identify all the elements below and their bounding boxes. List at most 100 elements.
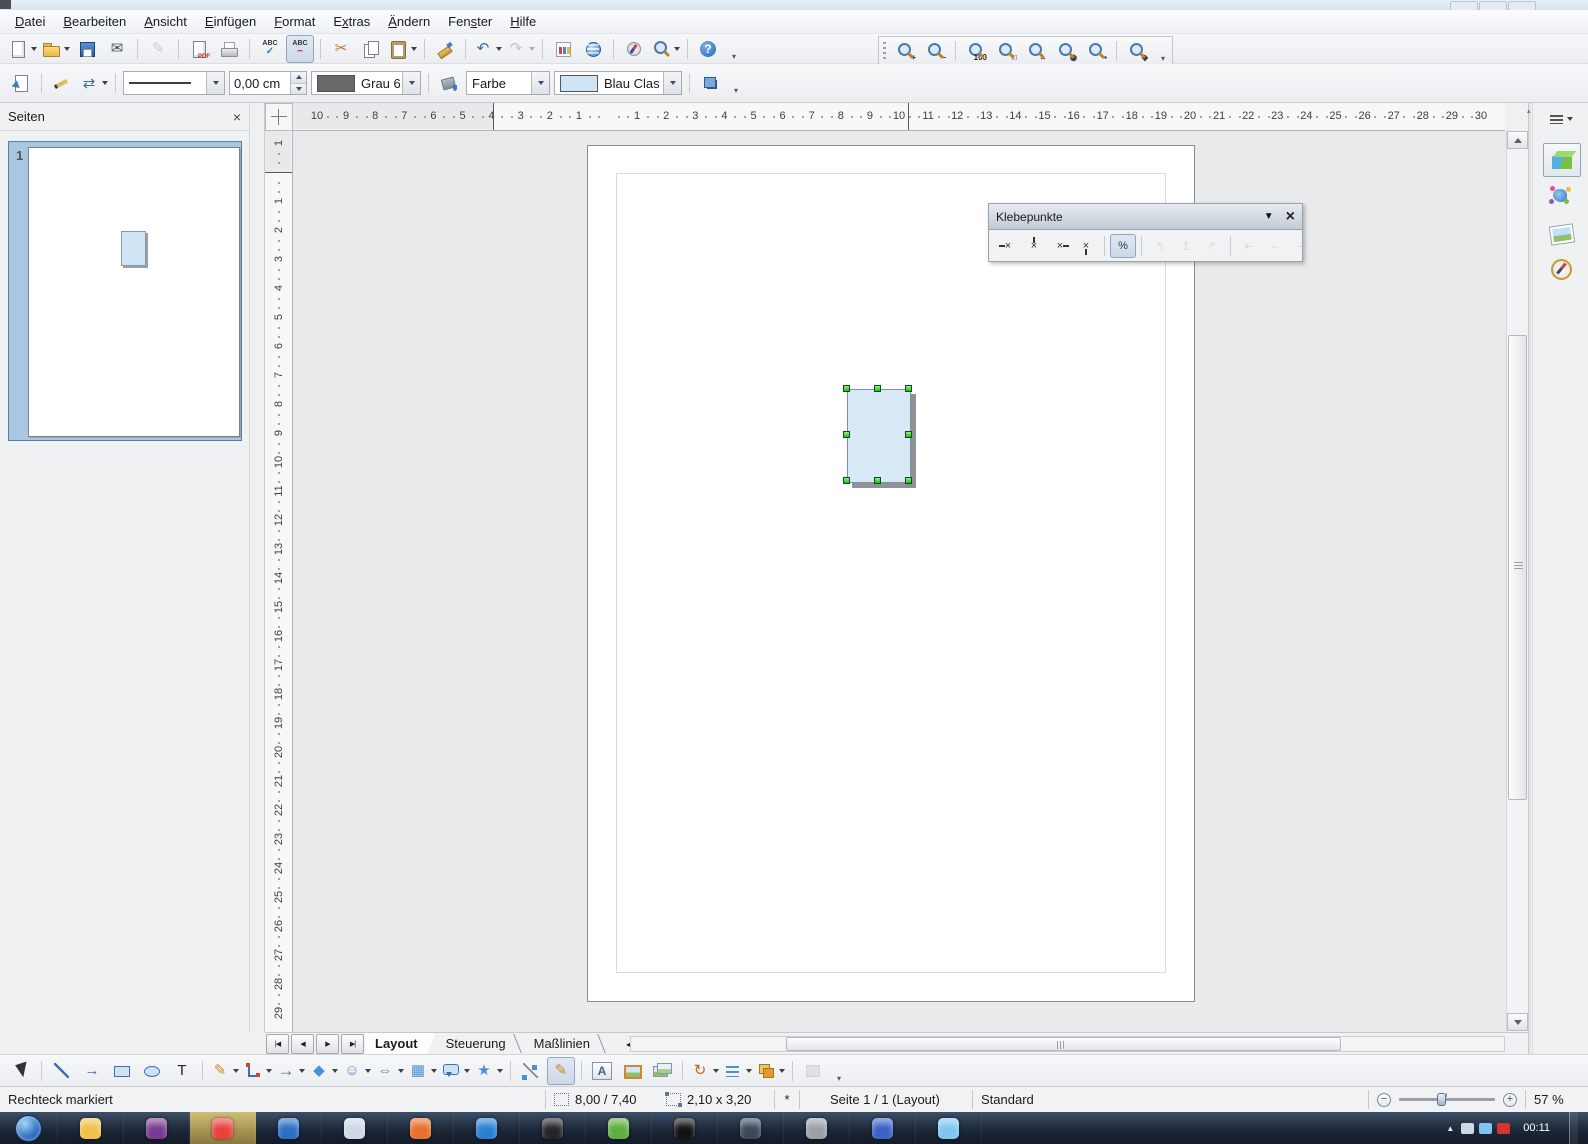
open-button[interactable] xyxy=(40,35,71,63)
exit-direction-right-button[interactable]: × xyxy=(1047,234,1073,258)
area-dialog-button[interactable] xyxy=(435,69,463,97)
zoom-page-width-button[interactable]: ↔ xyxy=(1022,37,1050,65)
tab-layout[interactable]: Layout xyxy=(365,1033,436,1054)
zoom-pan-button[interactable]: ◈ xyxy=(1123,37,1151,65)
tray-icon-0[interactable] xyxy=(1461,1123,1474,1134)
tab-ma-linien[interactable]: Maßlinien xyxy=(524,1033,608,1054)
panel-splitter[interactable] xyxy=(250,103,265,1032)
sidebar-menu-button[interactable] xyxy=(1543,109,1579,129)
callout-shapes-button[interactable] xyxy=(440,1057,471,1085)
menu-bearbeiten[interactable]: Bearbeiten xyxy=(54,11,135,32)
line-ends-arrow-button[interactable]: → xyxy=(78,1057,106,1085)
navigator-button[interactable] xyxy=(620,35,648,63)
line-width-value[interactable]: 0,00 cm xyxy=(230,76,284,91)
tab-nav-last-button[interactable]: ▶| xyxy=(341,1034,364,1054)
arrow-shapes-button[interactable]: ⇔ xyxy=(374,1057,405,1085)
taskbar-item-app-o-dark[interactable] xyxy=(520,1112,586,1144)
page-thumbnail[interactable] xyxy=(28,147,240,437)
connector-button[interactable] xyxy=(242,1057,273,1085)
taskbar-item-openoffice[interactable] xyxy=(916,1112,982,1144)
taskbar-item-eraser-app[interactable] xyxy=(784,1112,850,1144)
selection-handle[interactable] xyxy=(843,477,850,484)
menu-einf-gen[interactable]: Einfügen xyxy=(196,11,265,32)
dropdown-arrow-icon[interactable] xyxy=(779,1069,785,1073)
dropdown-arrow-icon[interactable] xyxy=(496,47,502,51)
dropdown-button[interactable] xyxy=(402,72,420,94)
dropdown-arrow-icon[interactable] xyxy=(529,47,535,51)
dropdown-arrow-icon[interactable] xyxy=(64,47,70,51)
copy-button[interactable] xyxy=(357,35,385,63)
page-style-field[interactable]: Standard xyxy=(973,1092,1368,1107)
selection-handle[interactable] xyxy=(905,431,912,438)
cut-button[interactable]: ✂ xyxy=(327,35,355,63)
dropdown-arrow-icon[interactable] xyxy=(431,1069,437,1073)
line-style-combobox[interactable] xyxy=(123,71,225,95)
tab-nav-next-button[interactable]: ▶ xyxy=(316,1034,339,1054)
close-pages-panel-button[interactable]: × xyxy=(233,110,241,124)
dropdown-arrow-icon[interactable] xyxy=(464,1069,470,1073)
dropdown-arrow-icon[interactable] xyxy=(674,47,680,51)
menu-ansicht[interactable]: Ansicht xyxy=(135,11,196,32)
taskbar-item-image-app[interactable] xyxy=(850,1112,916,1144)
sidebar-tab-navigator[interactable] xyxy=(1543,253,1579,285)
zoom-out-button[interactable]: − xyxy=(1377,1093,1391,1107)
selection-handle[interactable] xyxy=(905,385,912,392)
new-document-button[interactable] xyxy=(7,35,38,63)
sidebar-tab-properties[interactable] xyxy=(1543,143,1581,177)
flowchart-shapes-button[interactable]: ▦ xyxy=(407,1057,438,1085)
gallery-button[interactable] xyxy=(648,1057,676,1085)
selection-handle[interactable] xyxy=(843,385,850,392)
glue-point-relative-button[interactable]: % xyxy=(1110,234,1136,258)
exit-direction-bottom-button[interactable]: × xyxy=(1073,234,1099,258)
exit-direction-top-button[interactable]: × xyxy=(1021,234,1047,258)
undo-button[interactable]: ↶ xyxy=(472,35,503,63)
taskbar-item-chrome[interactable] xyxy=(190,1112,256,1144)
alignment-button[interactable] xyxy=(722,1057,753,1085)
taskbar-item-explorer[interactable] xyxy=(58,1112,124,1144)
sidebar-tab-styles[interactable] xyxy=(1543,180,1579,212)
vertical-scrollbar[interactable] xyxy=(1506,131,1528,1032)
taskbar-item-app-blue-swirl[interactable] xyxy=(256,1112,322,1144)
line-button[interactable] xyxy=(48,1057,76,1085)
taskbar-item-firefox[interactable] xyxy=(388,1112,454,1144)
toolbar-overflow-button[interactable]: ▾ xyxy=(1156,39,1170,63)
close-gluepoints-toolbar-button[interactable]: × xyxy=(1286,209,1295,225)
block-arrows-button[interactable]: → xyxy=(275,1057,306,1085)
dropdown-arrow-icon[interactable] xyxy=(746,1069,752,1073)
dropdown-arrow-icon[interactable] xyxy=(398,1069,404,1073)
menu-fenster[interactable]: Fenster xyxy=(439,11,501,32)
toolbar-overflow-button[interactable]: ▾ xyxy=(729,71,743,95)
fill-color-combobox[interactable]: Blau Clas xyxy=(554,71,682,95)
toolbar-grip[interactable] xyxy=(883,42,886,60)
dropdown-arrow-icon[interactable] xyxy=(233,1069,239,1073)
insert-from-file-button[interactable] xyxy=(618,1057,646,1085)
dropdown-button[interactable] xyxy=(663,72,681,94)
system-menu-icon[interactable] xyxy=(0,0,11,9)
edit-points-button[interactable] xyxy=(517,1057,545,1085)
symbol-shapes-button[interactable]: ☺ xyxy=(341,1057,372,1085)
sidebar-tab-gallery[interactable] xyxy=(1543,217,1579,249)
zoom-slider-track[interactable] xyxy=(1399,1098,1495,1101)
zoom-100-button[interactable]: 100 xyxy=(962,37,990,65)
fontwork-button[interactable]: A xyxy=(588,1057,616,1085)
print-button[interactable] xyxy=(215,35,243,63)
auto-spellcheck-button[interactable]: ABC~ xyxy=(286,35,314,63)
horizontal-scrollbar[interactable] xyxy=(630,1036,1505,1052)
find-replace-button[interactable] xyxy=(650,35,681,63)
selection-handle[interactable] xyxy=(843,431,850,438)
menu--ndern[interactable]: Ändern xyxy=(379,11,439,32)
vertical-scrollbar-thumb[interactable] xyxy=(1508,335,1527,800)
rectangle-button[interactable] xyxy=(108,1057,136,1085)
dropdown-button[interactable] xyxy=(531,72,549,94)
dropdown-arrow-icon[interactable] xyxy=(497,1069,503,1073)
show-desktop-button[interactable] xyxy=(1569,1112,1578,1144)
save-button[interactable] xyxy=(73,35,101,63)
format-paintbrush-button[interactable] xyxy=(431,35,459,63)
zoom-page-button[interactable]: □ xyxy=(992,37,1020,65)
zoom-optimal-button[interactable]: ◉ xyxy=(1052,37,1080,65)
scroll-up-button[interactable] xyxy=(1507,131,1528,149)
spellcheck-button[interactable]: ABC✓ xyxy=(256,35,284,63)
line-color-combobox[interactable]: Grau 6 xyxy=(311,71,421,95)
menu-hilfe[interactable]: Hilfe xyxy=(501,11,545,32)
zoom-objects-button[interactable]: ▪ xyxy=(1082,37,1110,65)
